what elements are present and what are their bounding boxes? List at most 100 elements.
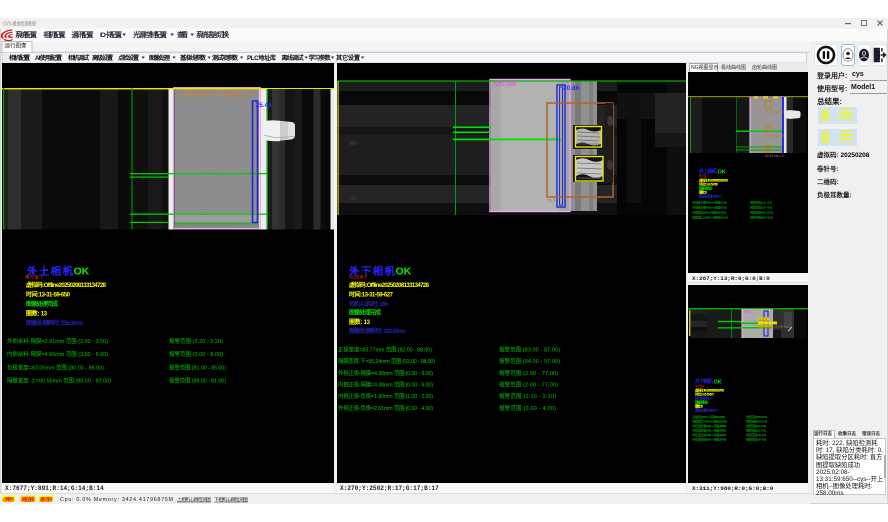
svg-text:相机连接: 相机连接	[22, 496, 35, 503]
svg-text:报警范围:(81.00 - 85.00): 报警范围:(81.00 - 85.00)	[169, 364, 226, 372]
svg-text:负极宽度=83.05mm 范围:(80.00 - 86.00: 负极宽度=83.05mm 范围:(80.00 - 86.00)	[7, 364, 104, 372]
svg-text:时间:13-31-59-650: 时间:13-31-59-650	[26, 290, 71, 298]
svg-text:相机配置: 相机配置	[9, 54, 30, 62]
svg-text:门槛阈值:93, 动态阈值:100: 门槛阈值:93, 动态阈值:100	[177, 91, 255, 99]
svg-text:曝光值:1: 曝光值:1	[25, 274, 44, 281]
svg-text:隔膜宽度-下=95.24mm 范围:(93.00 - 98.: 隔膜宽度-下=95.24mm 范围:(93.00 - 98.00)	[692, 419, 727, 424]
svg-text:PLC地址库: PLC地址库	[247, 54, 277, 62]
svg-text:隔膜宽度-上=90.56mm 范围:(88.00 - 92.: 隔膜宽度-上=90.56mm 范围:(88.00 - 92.00)	[692, 215, 728, 220]
svg-text:Cpu: 0.0% Memory: 3424.41796: Cpu: 0.0% Memory: 3424.41796875M	[60, 497, 174, 503]
svg-text:IO卡配置: IO卡配置	[100, 30, 122, 39]
svg-text:23.87 mq:1.0: 23.87 mq:1.0	[765, 134, 784, 138]
svg-text:报警范围:(81.00 - 85.00): 报警范围:(81.00 - 85.00)	[750, 210, 773, 215]
svg-text:圈数: 13: 圈数: 13	[349, 318, 371, 326]
svg-text:通讯配置: 通讯配置	[72, 30, 94, 39]
svg-text:外上相机: 外上相机	[699, 168, 717, 175]
svg-text:内侧正极-负极=1.90mm 范围:(1.00 - 2.20: 内侧正极-负极=1.90mm 范围:(1.00 - 2.20)	[692, 432, 726, 437]
svg-text:OK: OK	[396, 266, 412, 278]
svg-text:OK: OK	[74, 266, 90, 278]
svg-text:下相机心跳检测图: 下相机心跳检测图	[214, 496, 248, 503]
svg-text:隔膜宽度-下=95.24mm 范围:(93.00 - 98.: 隔膜宽度-下=95.24mm 范围:(93.00 - 98.00)	[338, 357, 435, 365]
svg-text:OK: OK	[714, 380, 722, 386]
svg-text:报警范围:(2.20 - 3.20): 报警范围:(2.20 - 3.20)	[169, 337, 223, 345]
svg-text:报警范围:(1.10 - 2.10): 报警范围:(1.10 - 2.10)	[499, 392, 556, 400]
svg-text:外下相机: 外下相机	[695, 378, 713, 385]
svg-text:虚拟码:Offline20250208133134728: 虚拟码:Offline20250208133134728	[349, 281, 430, 289]
svg-text:查看: 查看	[177, 30, 188, 39]
svg-text:外侧正极-负极=2.61mm 范围:(0.60 - 4.00: 外侧正极-负极=2.61mm 范围:(0.60 - 4.00)	[692, 437, 726, 442]
svg-text:相机调试: 相机调试	[68, 54, 90, 62]
svg-text:内侧正极-隔膜=4.38mm 范围:(0.00 - 9.00: 内侧正极-隔膜=4.38mm 范围:(0.00 - 9.00)	[692, 428, 726, 433]
svg-text:测试项参数: 测试项参数	[212, 54, 239, 62]
svg-text:报警范围:(2.00 - 77.00): 报警范围:(2.00 - 77.00)	[746, 423, 766, 428]
svg-text:图像处理耗时: 258.00ms: 图像处理耗时: 258.00ms	[26, 319, 84, 327]
svg-text:曝光值:1: 曝光值:1	[699, 174, 709, 178]
svg-text:相机配置: 相机配置	[44, 30, 66, 39]
svg-text:外侧正极-隔膜=4.38mm 范围:(0.00 - 9.00: 外侧正极-隔膜=4.38mm 范围:(0.00 - 9.00)	[338, 369, 433, 377]
svg-text:报警范围:(2.00 - 77.00): 报警范围:(2.00 - 77.00)	[499, 381, 558, 389]
svg-text:报警范围:(89.00 - 91.00): 报警范围:(89.00 - 91.00)	[169, 377, 226, 385]
svg-text:AI使用配置: AI使用配置	[35, 54, 62, 62]
svg-text:报警范围:(94.00 - 97.00): 报警范围:(94.00 - 97.00)	[499, 357, 560, 365]
svg-text:报警范围:(2.00 - 77.00): 报警范围:(2.00 - 77.00)	[746, 428, 766, 433]
svg-text:图像处理: 图像处理	[149, 54, 171, 62]
svg-text:123.45 mq:1: 123.45 mq:1	[774, 325, 791, 329]
svg-text:系统配置: 系统配置	[15, 30, 37, 39]
svg-text:外侧余料-隔膜=2.91mm 范围:(2.00 - 3.50: 外侧余料-隔膜=2.91mm 范围:(2.00 - 3.50)	[7, 337, 108, 345]
svg-text:75.8: 75.8	[547, 198, 556, 203]
svg-text:高级设置: 高级设置	[92, 54, 113, 62]
svg-text:图像处理耗时: 183.00ms: 图像处理耗时: 183.00ms	[349, 327, 407, 335]
svg-text:虚拟码:Offline20250208133134728: 虚拟码:Offline20250208133134728	[26, 281, 107, 289]
svg-text:NG比率:0: NG比率:0	[695, 384, 705, 388]
svg-text:图像处理完成: 图像处理完成	[26, 300, 58, 308]
svg-text:报警范围:(0.00 - 8.00): 报警范围:(0.00 - 8.00)	[169, 350, 223, 358]
svg-text:内侧余料-隔膜=4.60mm 范围:(3.00 - 6.00: 内侧余料-隔膜=4.60mm 范围:(3.00 - 6.00)	[7, 350, 108, 358]
svg-text:OK: OK	[718, 170, 726, 176]
svg-text:AI检测框: AI检测框	[493, 80, 517, 88]
svg-text:图像处理完成: 图像处理完成	[349, 308, 381, 316]
svg-text:外侧正极-负极=2.61mm 范围:(0.60 - 4.00: 外侧正极-负极=2.61mm 范围:(0.60 - 4.00)	[338, 404, 433, 412]
svg-text:时间:13-31-59-627: 时间:13-31-59-627	[349, 291, 394, 299]
svg-text:报警范围:(0.60 - 4.00): 报警范围:(0.60 - 4.00)	[499, 404, 556, 412]
svg-text:报警范围:(83.00 - 87.00): 报警范围:(83.00 - 87.00)	[746, 414, 767, 419]
svg-text:负极宽度=83.05mm 范围:(80.00 - 86.00: 负极宽度=83.05mm 范围:(80.00 - 86.00)	[692, 210, 726, 215]
svg-text:25.48: 25.48	[256, 102, 273, 109]
svg-text:报警范围:(2.20 - 3.20): 报警范围:(2.20 - 3.20)	[750, 200, 772, 205]
svg-text:外侧正极-隔膜=4.38mm 范围:(0.00 - 9.00: 外侧正极-隔膜=4.38mm 范围:(0.00 - 9.00)	[692, 423, 726, 428]
svg-text:报警范围:(83.00 - 87.00): 报警范围:(83.00 - 87.00)	[499, 346, 560, 354]
svg-text:NG比率:0: NG比率:0	[349, 274, 368, 281]
svg-text:52.43 mq:1.0: 52.43 mq:1.0	[765, 154, 784, 158]
svg-text:正极宽度=83.77mm 范围:(82.00 - 88.00: 正极宽度=83.77mm 范围:(82.00 - 88.00)	[692, 414, 725, 419]
svg-text:点检设置: 点检设置	[118, 54, 139, 62]
svg-text:AI检..: AI检..	[744, 309, 753, 314]
svg-text:内侧正极-负极=1.90mm 范围:(1.00 - 2.20: 内侧正极-负极=1.90mm 范围:(1.00 - 2.20)	[338, 392, 433, 400]
svg-text:内侧正极-隔膜=4.38mm 范围:(0.00 - 9.00: 内侧正极-隔膜=4.38mm 范围:(0.00 - 9.00)	[338, 381, 433, 389]
svg-text:52.43 mq:1.0: 52.43 mq:1.0	[765, 110, 784, 114]
svg-text:报警范围:(89.00 - 91.00): 报警范围:(89.00 - 91.00)	[750, 215, 773, 220]
svg-text:上相机心跳检测图: 上相机心跳检测图	[177, 496, 211, 503]
svg-text:系统语言切换: 系统语言切换	[196, 30, 229, 39]
svg-text:内侧余料-隔膜=4.60mm 范围:(3.00 - 6.00: 内侧余料-隔膜=4.60mm 范围:(3.00 - 6.00)	[692, 205, 727, 210]
svg-text:20.86: 20.86	[563, 85, 580, 92]
svg-text:CVS-视觉检测系统: CVS-视觉检测系统	[3, 20, 36, 28]
svg-text:报警范围:(0.60 - 4.00): 报警范围:(0.60 - 4.00)	[746, 437, 766, 442]
svg-text:心跳信号: 心跳信号	[3, 496, 15, 503]
svg-text:报警范围:(94.00 - 97.00): 报警范围:(94.00 - 97.00)	[746, 419, 767, 424]
svg-text:学习参数: 学习参数	[309, 54, 332, 62]
svg-text:外侧余料-隔膜=2.91mm 范围:(2.00 - 3.50: 外侧余料-隔膜=2.91mm 范围:(2.00 - 3.50)	[692, 200, 727, 205]
svg-text:隔膜宽度-上=90.56mm 范围:(88.00 - 92.: 隔膜宽度-上=90.56mm 范围:(88.00 - 92.00)	[7, 377, 111, 385]
svg-text:基准线参数: 基准线参数	[179, 54, 207, 62]
svg-text:通讯连接: 通讯连接	[40, 496, 53, 503]
svg-text:相机A1耗时: 166: 相机A1耗时: 166	[349, 300, 389, 308]
svg-text:123: 123	[759, 318, 769, 322]
svg-text:报警范围:(2.00 - 77.00): 报警范围:(2.00 - 77.00)	[499, 369, 558, 377]
svg-text:光源控制配置: 光源控制配置	[132, 30, 167, 39]
svg-text:圈数: 13: 圈数: 13	[26, 310, 48, 318]
svg-text:运行图像: 运行图像	[5, 42, 27, 50]
svg-text:其它设置: 其它设置	[336, 54, 360, 62]
svg-text:图像处理耗时: 183.00ms: 图像处理耗时: 183.00ms	[695, 408, 718, 413]
svg-text:报警范围:(0.00 - 8.00): 报警范围:(0.00 - 8.00)	[750, 205, 772, 210]
svg-text:正极宽度=83.77mm 范围:(82.00 - 88.00: 正极宽度=83.77mm 范围:(82.00 - 88.00)	[338, 346, 432, 354]
svg-text:报警范围:(1.10 - 2.10): 报警范围:(1.10 - 2.10)	[746, 432, 766, 437]
svg-text:图像处理耗时: 258.00ms: 图像处理耗时: 258.00ms	[699, 194, 722, 199]
